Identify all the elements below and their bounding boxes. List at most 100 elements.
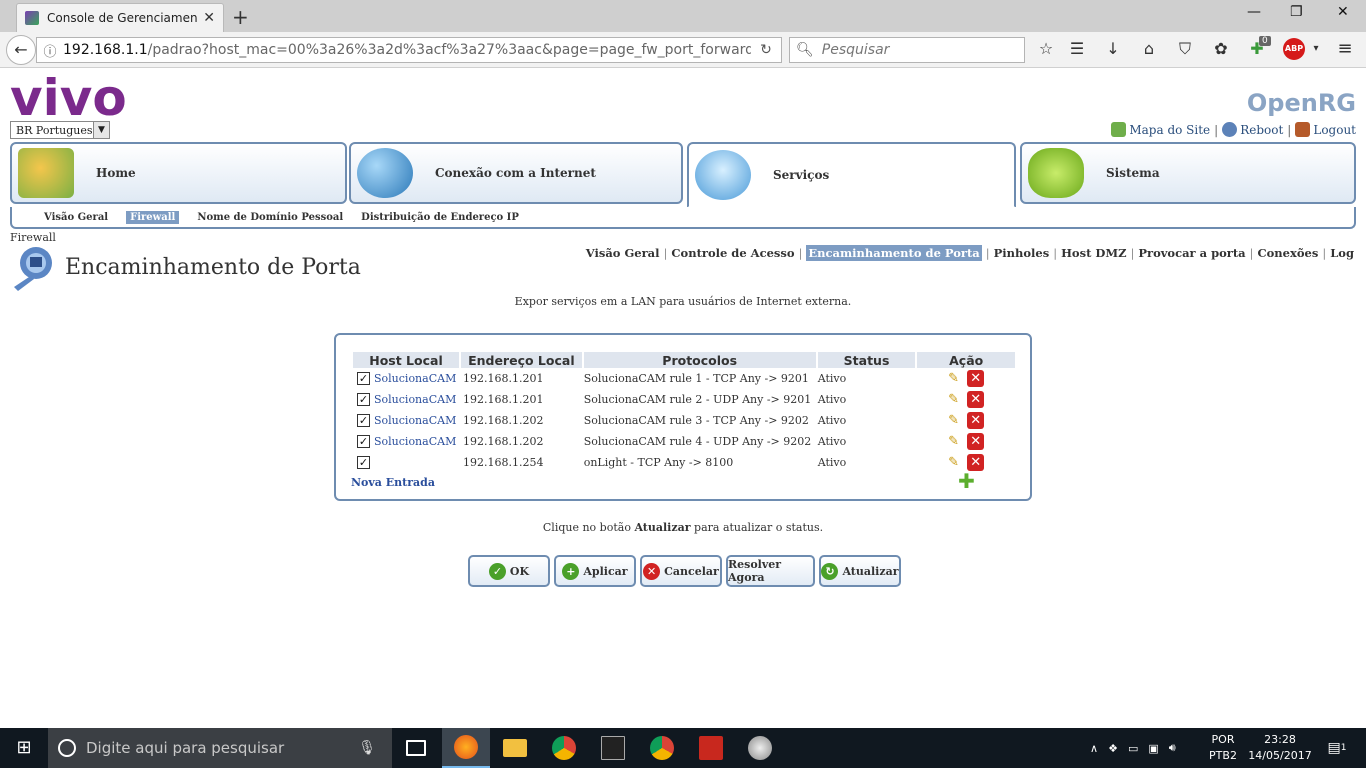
adblock-icon[interactable]: ABP xyxy=(1283,38,1305,60)
browser-tab[interactable]: Console de Gerenciamento ( ✕ xyxy=(16,3,224,32)
host-link[interactable]: SolucionaCAM xyxy=(374,414,456,427)
input-language-indicator[interactable]: POR PTB2 xyxy=(1208,732,1238,764)
secnav-log[interactable]: Log xyxy=(1330,246,1354,260)
chrome-icon-2[interactable] xyxy=(638,728,686,768)
tab-services[interactable]: Serviços xyxy=(687,142,1016,208)
edit-pencil-icon[interactable]: ✎ xyxy=(948,413,963,428)
chrome-icon[interactable] xyxy=(540,728,588,768)
microphone-icon[interactable]: 🎙︎ xyxy=(358,740,376,756)
edit-pencil-icon[interactable]: ✎ xyxy=(948,371,963,386)
secnav-dmz-host[interactable]: Host DMZ xyxy=(1061,246,1126,260)
subnav-overview[interactable]: Visão Geral xyxy=(44,212,108,223)
pocket-icon[interactable]: ⛉ xyxy=(1174,38,1196,60)
dropbox-icon[interactable]: ❖ xyxy=(1108,742,1118,755)
pdf-reader-icon[interactable] xyxy=(687,728,735,768)
tab-home[interactable]: Home xyxy=(10,142,347,204)
browser-search-input[interactable]: 🔍︎ Pesquisar xyxy=(789,37,1025,63)
restore-icon[interactable]: ❐ xyxy=(1290,4,1303,20)
edit-pencil-icon[interactable]: ✎ xyxy=(948,392,963,407)
secnav-pinholes[interactable]: Pinholes xyxy=(994,246,1050,260)
reload-icon[interactable]: ↻ xyxy=(751,42,781,58)
row-checkbox[interactable]: ✓ xyxy=(357,372,370,385)
row-checkbox[interactable]: ✓ xyxy=(357,456,370,469)
close-tab-icon[interactable]: ✕ xyxy=(203,10,215,26)
reading-list-icon[interactable]: ☰ xyxy=(1066,38,1088,60)
subnav-firewall[interactable]: Firewall xyxy=(126,210,180,224)
ip-cell: 192.168.1.254 xyxy=(462,456,544,469)
info-icon[interactable]: ⓘ xyxy=(37,41,63,60)
resolve-now-button[interactable]: Resolver Agora xyxy=(726,555,815,587)
bookmark-star-icon[interactable]: ☆ xyxy=(1035,38,1057,60)
delete-icon[interactable]: ✕ xyxy=(967,412,985,429)
task-view-icon[interactable] xyxy=(392,728,440,768)
media-player-icon[interactable] xyxy=(736,728,784,768)
secnav-connections[interactable]: Conexões xyxy=(1257,246,1318,260)
new-entry-link[interactable]: Nova Entrada xyxy=(351,476,435,489)
logout-link[interactable]: Logout xyxy=(1295,122,1356,137)
subnav-personal-domain[interactable]: Nome de Domínio Pessoal xyxy=(197,212,343,223)
taskbar-search-input[interactable]: Digite aqui para pesquisar 🎙︎ xyxy=(48,728,392,768)
clock[interactable]: 23:28 14/05/2017 xyxy=(1244,732,1316,764)
network-icon[interactable]: ▣ xyxy=(1148,742,1158,755)
url-bar[interactable]: ⓘ 192.168.1.1/padrao?host_mac=00%3a26%3a… xyxy=(36,37,782,63)
host-link[interactable]: SolucionaCAM xyxy=(374,435,456,448)
secnav-overview[interactable]: Visão Geral xyxy=(586,246,660,260)
download-icon[interactable]: ↓ xyxy=(1102,38,1124,60)
section-nav: Visão Geral | Controle de Acesso | Encamin… xyxy=(585,245,1354,261)
tab-internet[interactable]: Conexão com a Internet xyxy=(349,142,683,204)
edit-pencil-icon[interactable]: ✎ xyxy=(948,455,963,470)
site-map-link[interactable]: Mapa do Site xyxy=(1111,122,1210,137)
windows-start-icon[interactable]: ⊞ xyxy=(0,728,48,768)
battery-icon[interactable]: ▭ xyxy=(1128,742,1138,755)
extension-icon[interactable]: ✿ xyxy=(1210,38,1232,60)
cancel-button[interactable]: ✕ Cancelar xyxy=(640,555,722,587)
search-icon: 🔍︎ xyxy=(796,42,814,58)
subnav-ip-distribution[interactable]: Distribuição de Endereço IP xyxy=(361,212,519,223)
language-select[interactable]: BR Portuguese ▼ xyxy=(10,121,110,139)
table-row: ✓ SolucionaCAM 192.168.1.201 SolucionaCAM… xyxy=(353,389,1015,410)
host-link[interactable]: SolucionaCAM xyxy=(374,372,456,385)
refresh-icon: ↻ xyxy=(821,562,839,580)
add-entry-plus-icon[interactable]: ✚ xyxy=(958,471,975,491)
delete-icon[interactable]: ✕ xyxy=(967,370,985,387)
delete-icon[interactable]: ✕ xyxy=(967,391,985,408)
chevron-down-icon[interactable]: ▼ xyxy=(93,122,109,138)
tab-internet-label: Conexão com a Internet xyxy=(435,166,596,180)
home-icon[interactable]: ⌂ xyxy=(1138,38,1160,60)
tab-system[interactable]: Sistema xyxy=(1020,142,1356,204)
page-description: Expor serviços em a LAN para usuários de… xyxy=(514,295,852,308)
table-row: ✓ SolucionaCAM 192.168.1.201 SolucionaCAM… xyxy=(353,368,1015,389)
language-value: BR Portuguese xyxy=(16,123,99,137)
host-link[interactable]: SolucionaCAM xyxy=(374,393,456,406)
new-tab-icon[interactable]: + xyxy=(232,5,249,29)
system-tray: ∧ ❖ ▭ ▣ 🔊︎ xyxy=(1090,728,1176,768)
edit-pencil-icon[interactable]: ✎ xyxy=(948,434,963,449)
delete-icon[interactable]: ✕ xyxy=(967,433,985,450)
col-host: Host Local xyxy=(353,352,459,368)
close-window-icon[interactable]: ✕ xyxy=(1337,4,1349,20)
file-explorer-icon[interactable] xyxy=(491,728,539,768)
row-checkbox[interactable]: ✓ xyxy=(357,393,370,406)
apply-button[interactable]: + Aplicar xyxy=(554,555,636,587)
ok-button[interactable]: ✓ OK xyxy=(468,555,550,587)
row-checkbox[interactable]: ✓ xyxy=(357,414,370,427)
secnav-port-triggering[interactable]: Provocar a porta xyxy=(1138,246,1245,260)
secnav-port-forwarding[interactable]: Encaminhamento de Porta xyxy=(806,245,982,261)
volume-icon[interactable]: 🔊︎ xyxy=(1169,741,1176,755)
secnav-access-control[interactable]: Controle de Acesso xyxy=(671,246,794,260)
status-cell: Ativo xyxy=(817,372,847,385)
rules-table-box: Host Local Endereço Local Protocolos Sta… xyxy=(334,333,1032,501)
firefox-icon[interactable] xyxy=(442,728,490,768)
chevron-up-icon[interactable]: ∧ xyxy=(1090,742,1098,755)
row-checkbox[interactable]: ✓ xyxy=(357,435,370,448)
dropdown-arrow-icon[interactable]: ▾ xyxy=(1305,38,1327,60)
notification-icon[interactable]: ▤ 1 xyxy=(1322,728,1352,768)
terminal-icon[interactable] xyxy=(589,728,637,768)
minimize-icon[interactable]: — xyxy=(1247,4,1261,20)
back-arrow-icon[interactable]: ← xyxy=(6,35,36,65)
refresh-label: Atualizar xyxy=(842,564,899,578)
menu-icon[interactable]: ≡ xyxy=(1334,38,1356,60)
reboot-link[interactable]: Reboot xyxy=(1222,122,1283,137)
refresh-button[interactable]: ↻ Atualizar xyxy=(819,555,901,587)
port-forwarding-icon xyxy=(14,247,52,291)
